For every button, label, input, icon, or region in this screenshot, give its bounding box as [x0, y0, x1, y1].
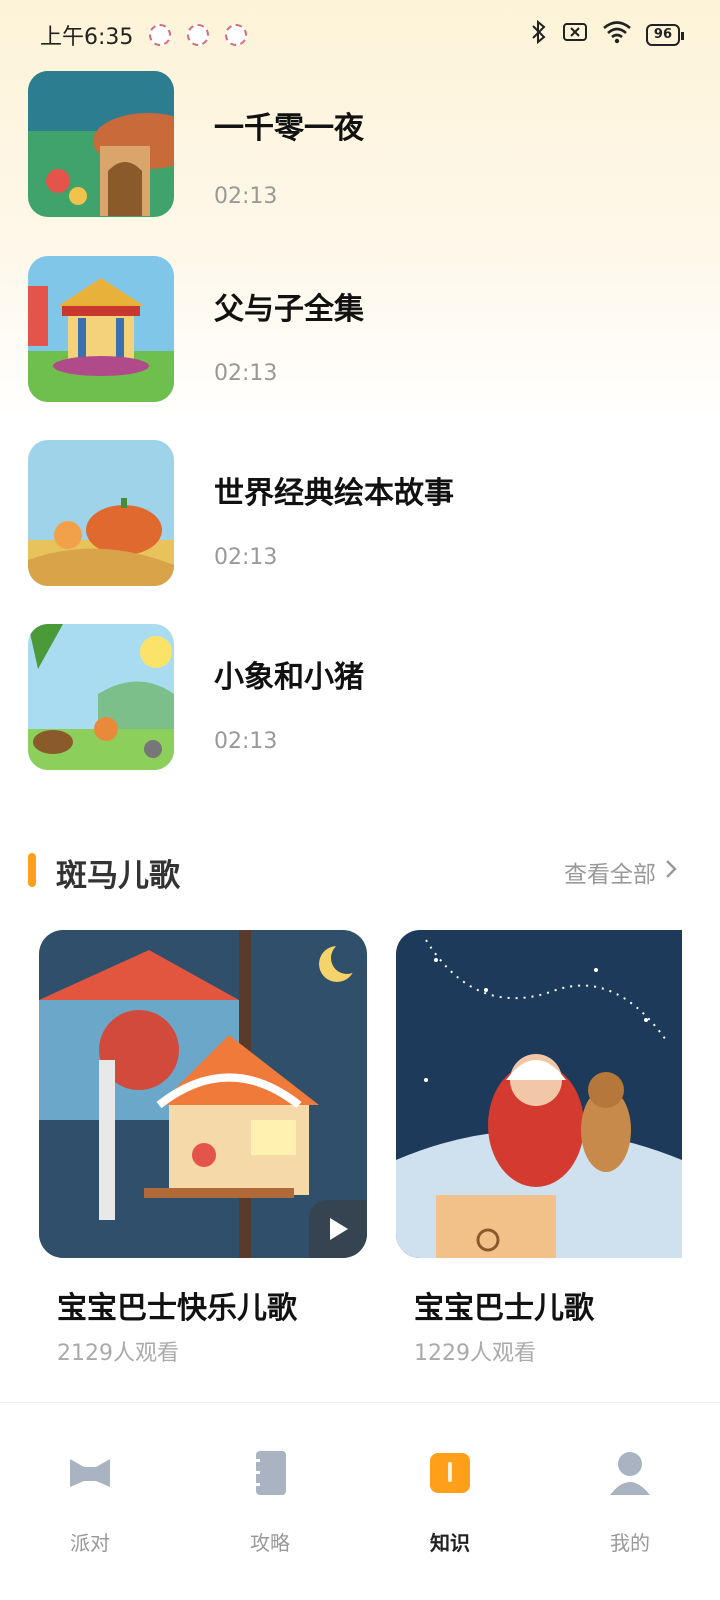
section-accent-bar	[28, 853, 36, 887]
story-title: 一千零一夜	[214, 111, 364, 146]
story-duration: 02:13	[214, 361, 278, 386]
user-icon	[606, 1449, 654, 1497]
list-item[interactable]: 一千零一夜 02:13	[28, 71, 692, 217]
book-icon	[426, 1449, 474, 1497]
tab-knowledge[interactable]: 知识	[360, 1403, 540, 1600]
see-all-link[interactable]: 查看全部	[564, 855, 678, 889]
status-time: 上午6:35	[40, 25, 134, 50]
tab-label: 派对	[70, 1531, 110, 1555]
chevron-right-icon	[664, 858, 678, 886]
story-duration: 02:13	[214, 184, 278, 209]
play-button[interactable]	[309, 1200, 367, 1258]
tab-mine[interactable]: 我的	[540, 1403, 720, 1600]
tab-label: 攻略	[250, 1531, 290, 1555]
tab-party[interactable]: 派对	[0, 1403, 180, 1600]
list-item[interactable]: 世界经典绘本故事 02:13	[28, 440, 692, 586]
song-card[interactable]: 宝宝巴士快乐儿歌 2129人观看	[39, 930, 367, 1366]
gamepad-icon	[66, 1449, 114, 1497]
story-title: 世界经典绘本故事	[214, 476, 454, 511]
status-bar: 上午6:35 96	[0, 0, 720, 70]
card-views: 1229人观看	[414, 1341, 536, 1366]
story-thumbnail	[28, 440, 174, 586]
wifi-icon	[602, 20, 632, 50]
card-title: 宝宝巴士快乐儿歌	[57, 1291, 297, 1326]
notification-icon	[149, 24, 172, 46]
story-thumbnail	[28, 71, 174, 217]
see-all-label: 查看全部	[564, 862, 656, 888]
card-thumbnail	[39, 930, 367, 1258]
bluetooth-icon	[530, 19, 548, 50]
notebook-icon	[246, 1449, 294, 1497]
story-duration: 02:13	[214, 545, 278, 570]
notification-icon	[225, 24, 248, 46]
tab-label: 我的	[610, 1531, 650, 1555]
sim-off-icon	[562, 21, 588, 49]
section-title: 斑马儿歌	[56, 858, 180, 894]
tab-guide[interactable]: 攻略	[180, 1403, 360, 1600]
story-title: 小象和小猪	[214, 660, 364, 695]
story-thumbnail	[28, 256, 174, 402]
story-title: 父与子全集	[214, 292, 364, 327]
song-card[interactable]: 宝宝巴士儿歌 1229人观看	[396, 930, 682, 1366]
list-item[interactable]: 小象和小猪 02:13	[28, 624, 692, 770]
story-thumbnail	[28, 624, 174, 770]
list-item[interactable]: 父与子全集 02:13	[28, 256, 692, 402]
card-views: 2129人观看	[57, 1341, 179, 1366]
story-duration: 02:13	[214, 729, 278, 754]
bottom-tab-bar: 派对 攻略 知识 我的	[0, 1402, 720, 1600]
battery-indicator: 96	[645, 24, 685, 46]
section-header: 斑马儿歌 查看全部	[0, 845, 720, 895]
card-title: 宝宝巴士儿歌	[414, 1291, 594, 1326]
notification-icon	[187, 24, 210, 46]
tab-label: 知识	[430, 1531, 470, 1555]
card-thumbnail	[396, 930, 682, 1258]
